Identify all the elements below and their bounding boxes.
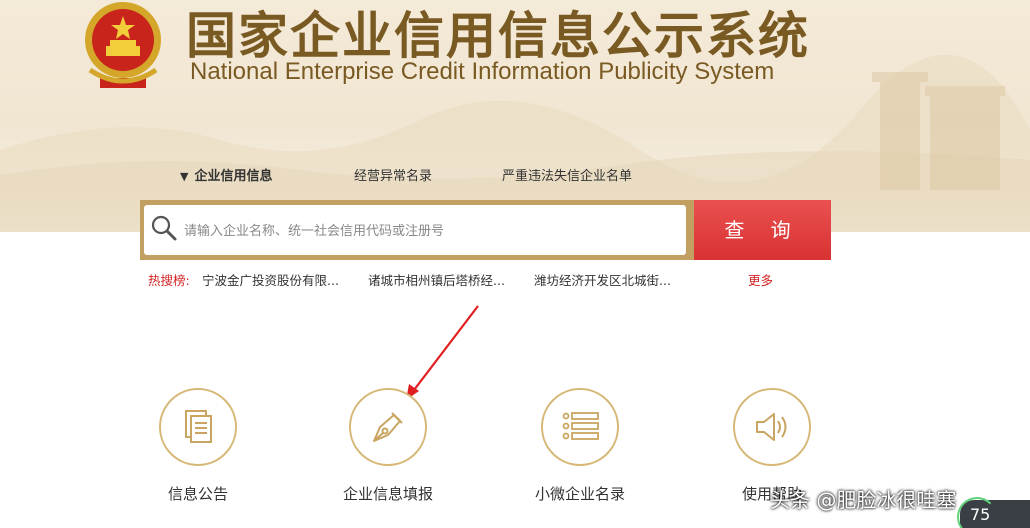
more-link[interactable]: 更多: [748, 270, 773, 289]
tab-serious-violation-list[interactable]: 严重违法失信企业名单: [502, 165, 632, 184]
tab-abnormal-operation-list[interactable]: 经营异常名录: [354, 165, 432, 184]
search-button[interactable]: 查 询: [694, 200, 831, 260]
dropdown-triangle-icon: ▼: [180, 170, 189, 183]
page-subtitle: National Enterprise Credit Information P…: [190, 58, 775, 85]
feature-small-micro-enterprise-list[interactable]: 小微企业名录: [500, 386, 660, 516]
hot-search-label: 热搜榜:: [148, 273, 190, 288]
hot-search-item[interactable]: 宁波金广投资股份有限...: [202, 270, 339, 289]
list-icon: [562, 412, 599, 440]
feature-icon-ring: [349, 388, 427, 466]
hot-search-item[interactable]: 潍坊经济开发区北城街...: [534, 270, 671, 289]
feature-info-announcement[interactable]: 信息公告: [118, 386, 278, 516]
national-emblem-icon: [85, 2, 161, 88]
feature-label: 信息公告: [167, 485, 228, 503]
pen-nib-icon: [373, 412, 403, 442]
feature-enterprise-info-filing[interactable]: 企业信息填报: [308, 386, 468, 516]
feature-icon-ring: [733, 388, 811, 466]
feature-icon-ring: [541, 388, 619, 466]
feature-label: 小微企业名录: [534, 485, 625, 503]
watermark-text: 头条 @肥脸冰很哇塞: [770, 488, 957, 512]
search-icon: [151, 215, 177, 241]
header-banner: 国家企业信用信息公示系统 National Enterprise Credit …: [0, 0, 1030, 232]
feature-icon-ring: [159, 388, 237, 466]
document-icon: [185, 410, 212, 443]
speaker-icon: [756, 413, 787, 441]
feature-label: 企业信息填报: [342, 485, 433, 503]
tab-enterprise-credit-info[interactable]: ▼ 企业信用信息: [180, 165, 272, 184]
hot-search-item[interactable]: 诸城市相州镇后塔桥经...: [368, 270, 505, 289]
tab-label: 企业信用信息: [194, 169, 273, 184]
search-input[interactable]: [184, 218, 674, 244]
